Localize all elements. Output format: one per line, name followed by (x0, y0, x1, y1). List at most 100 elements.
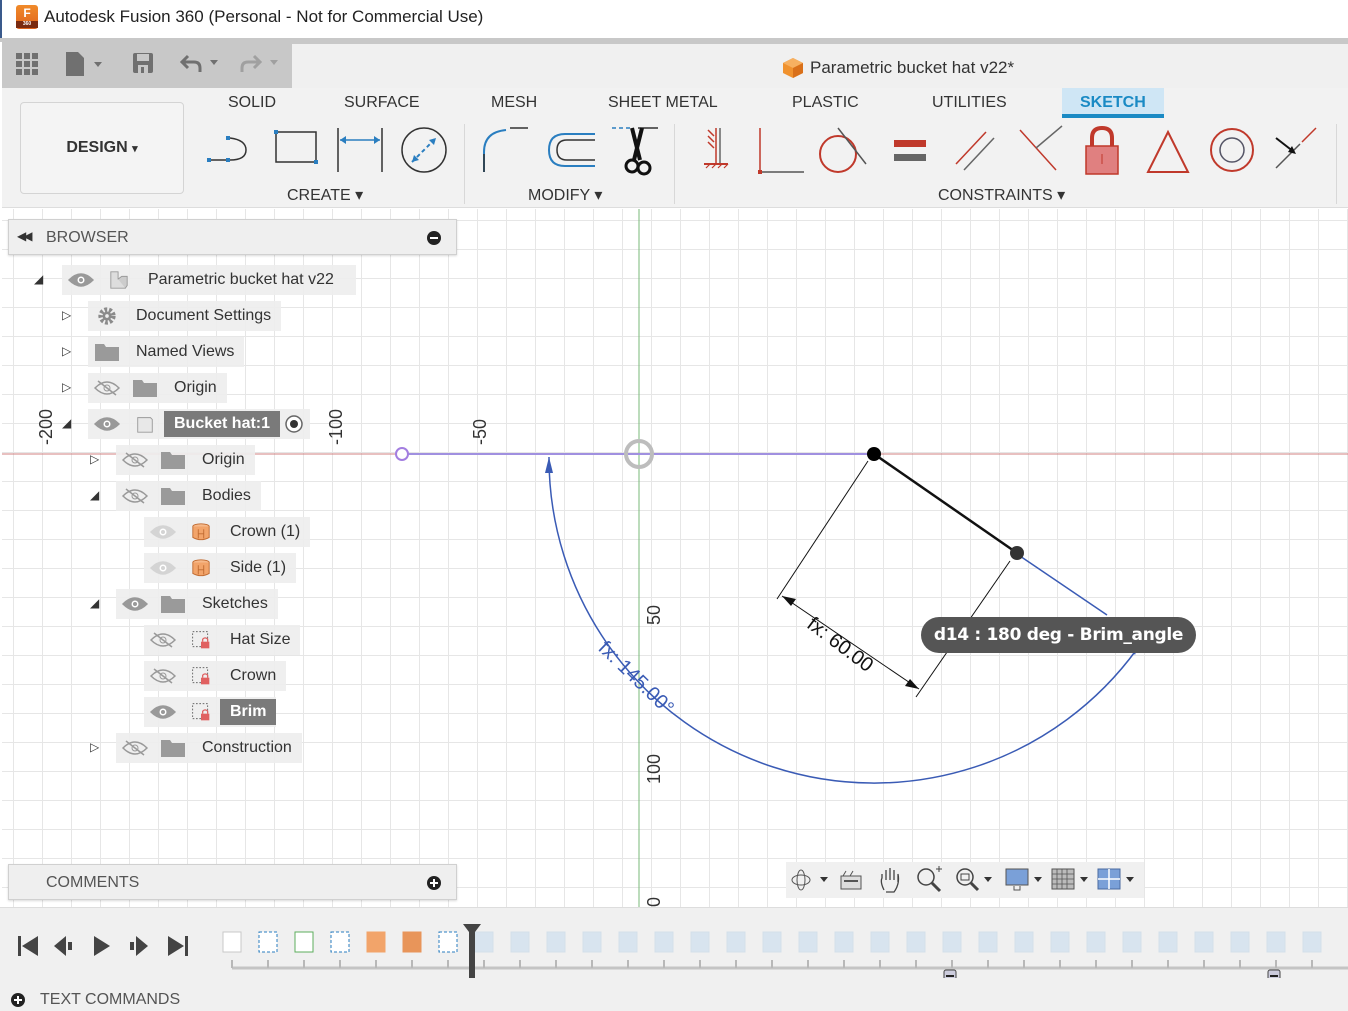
add-comment-icon[interactable] (427, 876, 441, 890)
sketch-point[interactable] (867, 447, 881, 461)
timeline-track[interactable] (220, 918, 1348, 978)
hidden-eye-icon[interactable] (122, 740, 148, 756)
eye-icon[interactable] (150, 704, 176, 720)
concentric-icon[interactable] (1207, 124, 1259, 176)
timeline-feature-icon[interactable] (978, 931, 998, 968)
brim-line[interactable] (1016, 553, 1108, 616)
hidden-eye-icon[interactable] (150, 632, 176, 648)
step-forward-icon[interactable] (128, 934, 152, 958)
browser-node[interactable]: Construction (116, 733, 302, 763)
orbit-icon[interactable] (790, 868, 834, 892)
timeline-feature-icon[interactable] (618, 931, 638, 968)
collapse-panel-icon[interactable]: ◀◀ (17, 229, 33, 243)
expanded-triangle-icon[interactable]: ◢ (90, 488, 99, 502)
look-at-icon[interactable] (838, 868, 864, 892)
activate-radio-icon[interactable] (280, 412, 310, 436)
expanded-triangle-icon[interactable]: ◢ (90, 596, 99, 610)
timeline-feature-icon[interactable] (762, 931, 782, 968)
timeline-feature-icon[interactable] (258, 931, 278, 968)
timeline-feature-icon[interactable] (546, 931, 566, 968)
tab-solid[interactable]: SOLID (228, 94, 276, 112)
sketch-point[interactable] (1010, 546, 1024, 560)
timeline-feature-icon[interactable] (798, 931, 818, 968)
browser-node[interactable]: Crown (144, 661, 287, 691)
timeline-feature-icon[interactable] (294, 931, 314, 968)
browser-panel-header[interactable]: ◀◀ BROWSER (8, 219, 457, 255)
timeline-feature-icon[interactable] (1122, 931, 1142, 968)
parallel-icon[interactable] (950, 124, 1002, 176)
timeline-feature-icon[interactable] (1266, 931, 1286, 968)
timeline-feature-icon[interactable] (330, 931, 350, 968)
go-to-end-icon[interactable] (166, 934, 190, 958)
hidden-eye-icon[interactable] (122, 452, 148, 468)
comments-panel-header[interactable]: COMMENTS (8, 864, 457, 900)
perpendicular-icon[interactable] (1014, 124, 1066, 176)
tab-sheet-metal[interactable]: SHEET METAL (608, 94, 718, 112)
timeline-feature-icon[interactable] (222, 931, 242, 968)
browser-node[interactable]: Named Views (88, 337, 245, 367)
expand-triangle-icon[interactable]: ▷ (62, 380, 71, 394)
offset-icon[interactable] (545, 124, 597, 176)
browser-node[interactable]: Sketches (116, 589, 278, 619)
timeline-feature-icon[interactable] (726, 931, 746, 968)
browser-node[interactable]: Parametric bucket hat v22 (62, 265, 356, 295)
browser-node[interactable]: Brim (144, 697, 277, 727)
save-icon[interactable] (132, 52, 156, 76)
fillet-icon[interactable] (480, 124, 532, 176)
fix-constraint-icon[interactable] (692, 124, 744, 176)
timeline-feature-icon[interactable] (1302, 931, 1322, 968)
eye-icon[interactable] (122, 596, 148, 612)
browser-node[interactable]: Crown (1) (144, 517, 311, 547)
eye-icon[interactable] (94, 416, 120, 432)
text-commands-bar[interactable]: TEXT COMMANDS (0, 987, 1348, 1011)
equal-icon[interactable] (886, 124, 938, 176)
rectangle-icon[interactable] (270, 124, 322, 176)
eye-icon[interactable] (68, 272, 94, 288)
timeline-feature-icon[interactable] (510, 931, 530, 968)
zoom-icon[interactable] (916, 866, 944, 894)
expanded-triangle-icon[interactable]: ◢ (34, 272, 43, 286)
tab-sketch[interactable]: SKETCH (1062, 88, 1164, 118)
browser-node[interactable]: Origin (88, 373, 227, 403)
eye-icon[interactable] (150, 560, 176, 576)
play-icon[interactable] (90, 934, 114, 958)
timeline-feature-icon[interactable] (366, 931, 386, 968)
hidden-eye-icon[interactable] (122, 488, 148, 504)
construction-point[interactable] (395, 447, 409, 461)
hidden-eye-icon[interactable] (94, 380, 120, 396)
create-group-label[interactable]: CREATE ▾ (287, 185, 363, 205)
coincident-icon[interactable] (754, 124, 806, 176)
expand-triangle-icon[interactable]: ▷ (62, 308, 71, 322)
tab-surface[interactable]: SURFACE (344, 94, 420, 112)
file-icon[interactable] (64, 50, 108, 78)
expanded-triangle-icon[interactable]: ◢ (62, 416, 71, 430)
tab-plastic[interactable]: PLASTIC (792, 94, 859, 112)
browser-node[interactable]: Document Settings (88, 301, 282, 331)
expand-triangle-icon[interactable]: ▷ (90, 740, 99, 754)
tab-utilities[interactable]: UTILITIES (932, 94, 1007, 112)
display-settings-icon[interactable] (1004, 866, 1046, 894)
brim-profile-line[interactable] (873, 452, 1018, 555)
browser-node[interactable]: Bodies (116, 481, 261, 511)
triangle-icon[interactable] (1144, 124, 1196, 176)
timeline-feature-icon[interactable] (438, 931, 458, 968)
timeline-feature-icon[interactable] (1014, 931, 1034, 968)
workspace-switcher-button[interactable]: DESIGN ▾ (20, 102, 184, 194)
timeline-feature-icon[interactable] (1194, 931, 1214, 968)
timeline-feature-icon[interactable] (402, 931, 422, 968)
browser-node[interactable]: Side (1) (144, 553, 297, 583)
expand-text-commands-icon[interactable] (11, 993, 25, 1007)
lock-icon[interactable] (1078, 124, 1130, 176)
undo-icon[interactable] (180, 52, 226, 76)
constraints-group-label[interactable]: CONSTRAINTS ▾ (938, 185, 1065, 205)
tab-mesh[interactable]: MESH (491, 94, 537, 112)
timeline-feature-icon[interactable] (834, 931, 854, 968)
timeline-feature-icon[interactable] (654, 931, 674, 968)
browser-node[interactable]: Origin (116, 445, 255, 475)
minimize-panel-icon[interactable] (427, 231, 441, 245)
zoom-window-icon[interactable] (954, 866, 996, 894)
feature-group-collapse-icon[interactable] (1267, 969, 1281, 978)
viewports-icon[interactable] (1096, 866, 1138, 894)
step-back-icon[interactable] (52, 934, 76, 958)
timeline-feature-icon[interactable] (690, 931, 710, 968)
